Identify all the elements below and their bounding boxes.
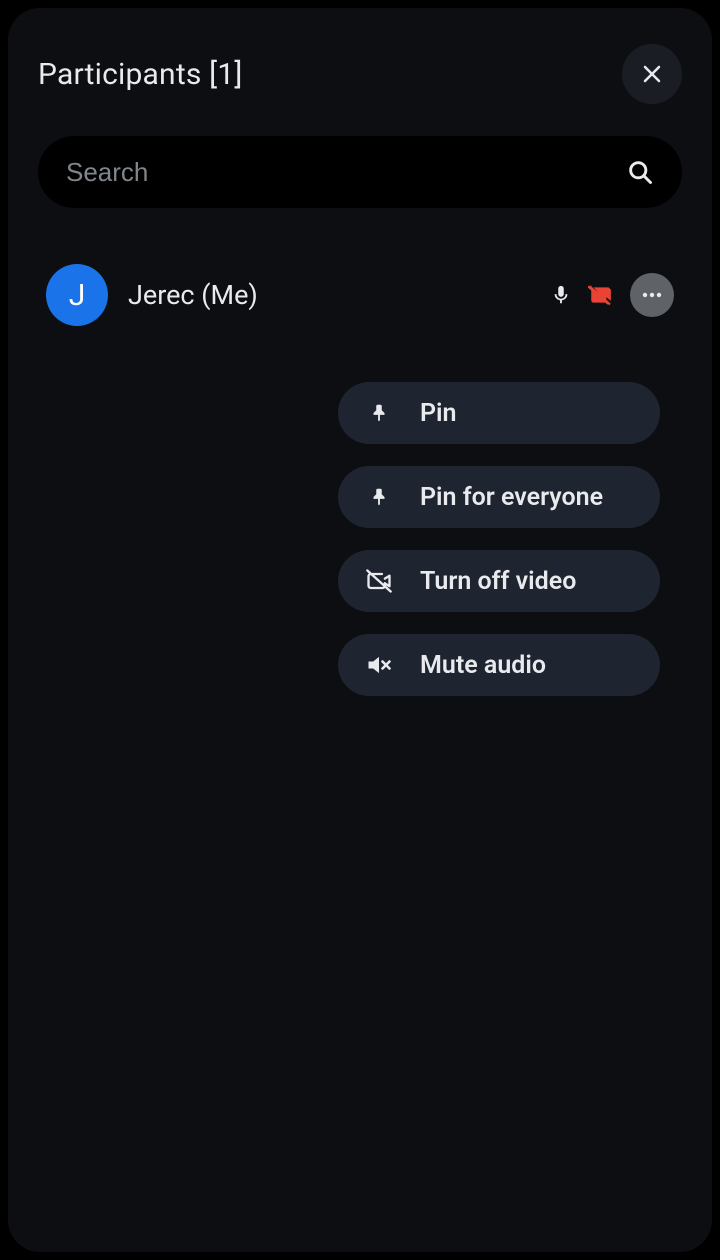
video-off-icon [588, 282, 614, 308]
more-horizontal-icon [640, 283, 664, 307]
menu-item-turn-off-video[interactable]: Turn off video [338, 550, 660, 612]
menu-item-pin-everyone[interactable]: Pin for everyone [338, 466, 660, 528]
pin-icon [364, 402, 394, 424]
participants-panel: Participants [1] J Jerec (Me) [8, 8, 712, 1252]
participant-status [550, 273, 674, 317]
pin-icon [364, 486, 394, 508]
search-icon [626, 158, 654, 186]
menu-item-pin[interactable]: Pin [338, 382, 660, 444]
menu-label: Turn off video [420, 567, 576, 596]
close-icon [640, 62, 664, 86]
menu-label: Pin [420, 399, 457, 428]
volume-mute-icon [364, 651, 394, 679]
more-options-button[interactable] [630, 273, 674, 317]
menu-label: Mute audio [420, 651, 546, 680]
video-off-icon [364, 567, 394, 595]
menu-item-mute-audio[interactable]: Mute audio [338, 634, 660, 696]
panel-header: Participants [1] [38, 44, 682, 104]
menu-label: Pin for everyone [420, 483, 603, 512]
search-bar[interactable] [38, 136, 682, 208]
close-button[interactable] [622, 44, 682, 104]
avatar: J [46, 264, 108, 326]
participant-context-menu: Pin Pin for everyone Turn off video [338, 382, 660, 696]
microphone-on-icon [550, 284, 572, 306]
participant-row: J Jerec (Me) [38, 264, 682, 326]
panel-title: Participants [1] [38, 57, 243, 92]
search-input[interactable] [66, 157, 626, 188]
participant-name: Jerec (Me) [128, 279, 530, 311]
